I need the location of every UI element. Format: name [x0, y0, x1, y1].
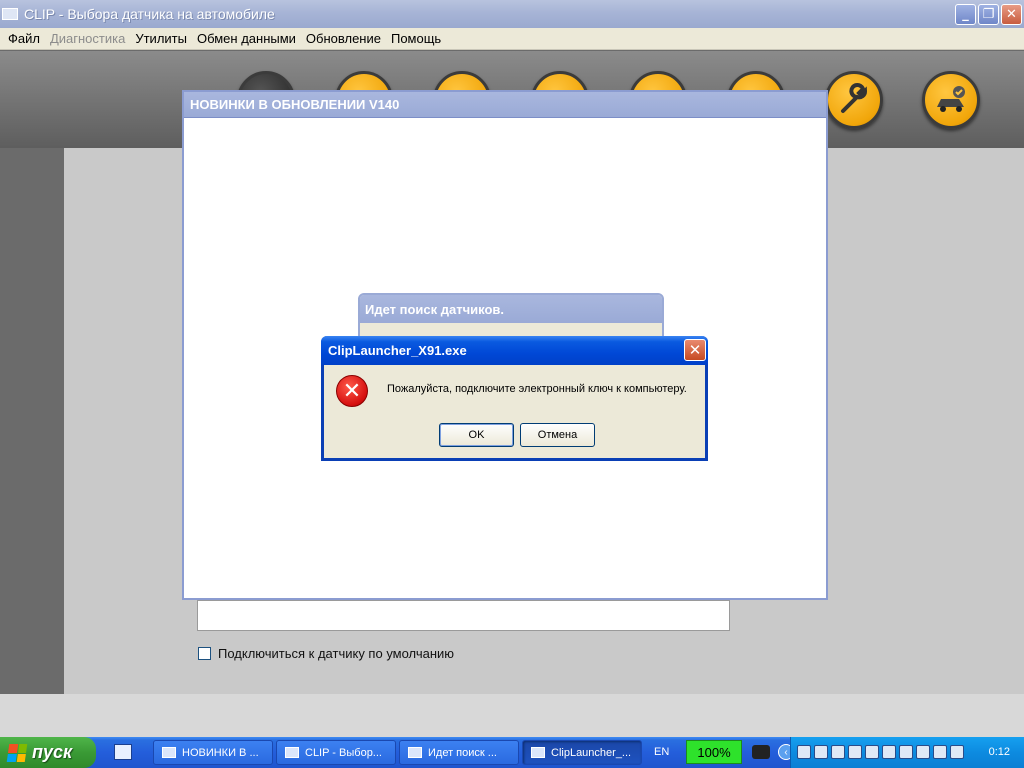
language-indicator[interactable]: EN	[654, 746, 669, 758]
close-icon[interactable]: ✕	[684, 339, 706, 361]
menu-bar: Файл Диагностика Утилиты Обмен данными О…	[0, 28, 1024, 50]
window-icon	[162, 747, 176, 758]
window-controls: _ ❐ ✕	[955, 4, 1022, 25]
ok-button[interactable]: OK	[439, 423, 514, 447]
window-icon	[408, 747, 422, 758]
car-check-icon[interactable]	[922, 71, 980, 129]
app-titlebar: CLIP - Выбора датчика на автомобиле _ ❐ …	[0, 0, 1024, 28]
tray-app-icon[interactable]	[916, 745, 930, 759]
search-dialog-title: Идет поиск датчиков.	[360, 295, 662, 323]
cancel-button[interactable]: Отмена	[520, 423, 595, 447]
task-label: ClipLauncher_...	[551, 746, 632, 759]
default-sensor-option[interactable]: Подключиться к датчику по умолчанию	[198, 646, 454, 661]
menu-file[interactable]: Файл	[3, 31, 45, 46]
battery-indicator[interactable]: 100%	[686, 740, 742, 764]
left-strip	[0, 148, 64, 694]
windows-logo-icon	[6, 743, 28, 762]
default-sensor-label: Подключиться к датчику по умолчанию	[218, 646, 455, 661]
menu-utilities[interactable]: Утилиты	[130, 31, 192, 46]
task-label: НОВИНКИ В ...	[182, 746, 259, 759]
tray-app-icon[interactable]	[831, 745, 845, 759]
wrench-icon[interactable]	[825, 71, 883, 129]
error-dialog-titlebar: ClipLauncher_X91.exe ✕	[321, 336, 708, 365]
start-button[interactable]: пуск	[0, 737, 96, 768]
menu-data-exchange[interactable]: Обмен данными	[192, 31, 301, 46]
error-message: Пожалуйста, подключите электронный ключ …	[387, 383, 687, 395]
system-tray: 0:12	[790, 737, 1024, 768]
error-dialog: ClipLauncher_X91.exe ✕ ✕ Пожалуйста, под…	[321, 336, 708, 461]
menu-help[interactable]: Помощь	[386, 31, 446, 46]
power-plug-icon[interactable]	[752, 745, 770, 759]
task-updates[interactable]: НОВИНКИ В ...	[153, 740, 273, 765]
default-sensor-checkbox[interactable]	[198, 647, 211, 660]
tray-app-icon[interactable]	[950, 745, 964, 759]
start-label: пуск	[32, 742, 73, 762]
tray-app-icon[interactable]	[899, 745, 913, 759]
taskbar: пуск НОВИНКИ В ... CLIP - Выбор... Идет …	[0, 737, 1024, 768]
task-clip[interactable]: CLIP - Выбор...	[276, 740, 396, 765]
app-window-icon	[2, 8, 18, 20]
minimize-button[interactable]: _	[955, 4, 976, 25]
close-button[interactable]: ✕	[1001, 4, 1022, 25]
tray-app-icon[interactable]	[865, 745, 879, 759]
updates-window-title: НОВИНКИ В ОБНОВЛЕНИИ V140	[184, 92, 826, 118]
tray-icons	[797, 745, 964, 759]
window-icon	[531, 747, 545, 758]
error-icon: ✕	[336, 375, 368, 407]
task-label: Идет поиск ...	[428, 746, 497, 759]
app-title: CLIP - Выбора датчика на автомобиле	[24, 6, 275, 22]
menu-update[interactable]: Обновление	[301, 31, 386, 46]
quick-launch-icon[interactable]	[114, 744, 132, 760]
window-icon	[285, 747, 299, 758]
tray-app-icon[interactable]	[882, 745, 896, 759]
bottom-band	[0, 694, 1024, 737]
restore-button[interactable]: ❐	[978, 4, 999, 25]
tray-app-icon[interactable]	[933, 745, 947, 759]
tray-app-icon[interactable]	[848, 745, 862, 759]
task-cliplauncher[interactable]: ClipLauncher_...	[522, 740, 642, 765]
clock[interactable]: 0:12	[989, 746, 1010, 758]
menu-diagnostics[interactable]: Диагностика	[45, 31, 130, 46]
tray-app-icon[interactable]	[814, 745, 828, 759]
task-label: CLIP - Выбор...	[305, 746, 382, 759]
task-search[interactable]: Идет поиск ...	[399, 740, 519, 765]
tray-app-icon[interactable]	[797, 745, 811, 759]
error-dialog-title: ClipLauncher_X91.exe	[328, 343, 467, 358]
sensor-list[interactable]	[197, 600, 730, 631]
